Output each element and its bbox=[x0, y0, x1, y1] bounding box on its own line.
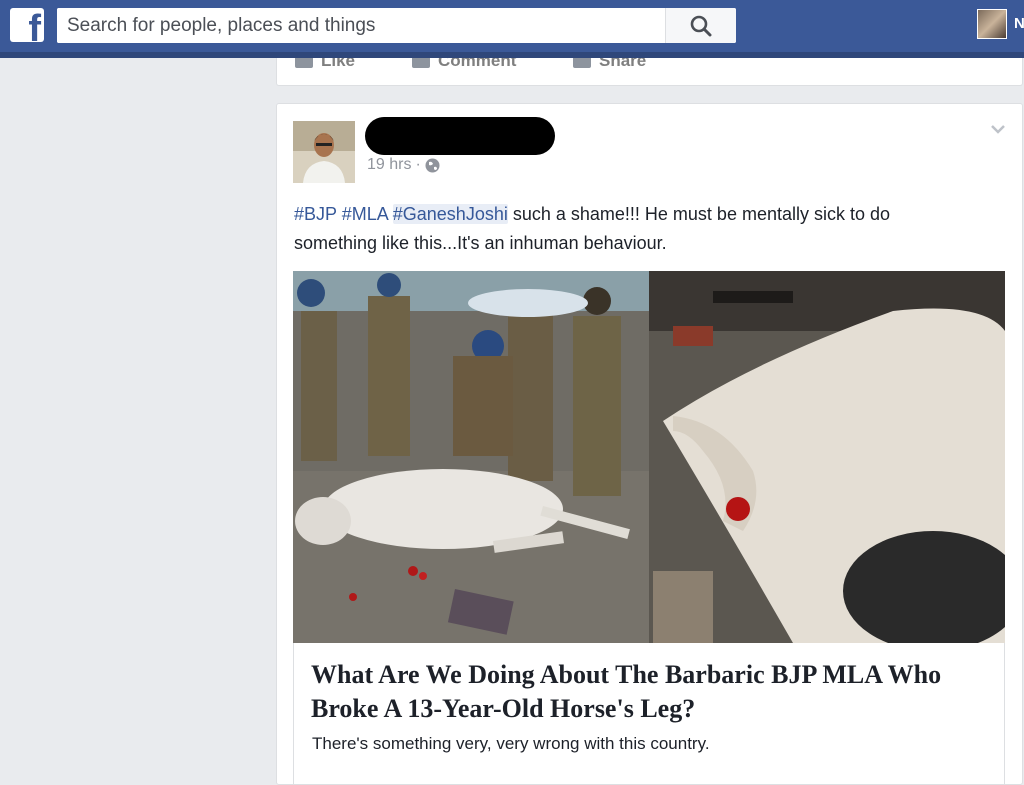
author-name-redacted bbox=[365, 117, 555, 155]
post-text-line2: something like this...It's an inhuman be… bbox=[294, 233, 667, 253]
like-label: Like bbox=[321, 58, 356, 70]
top-navigation-bar: f N bbox=[0, 0, 1024, 58]
chevron-down-icon[interactable] bbox=[990, 124, 1006, 134]
link-preview-description: There's something very, very wrong with … bbox=[312, 734, 710, 753]
hashtag-mla[interactable]: #MLA bbox=[342, 204, 388, 224]
like-icon bbox=[295, 58, 313, 68]
post-card: 19 hrs · #BJP #MLA #GaneshJoshi such a s… bbox=[276, 103, 1023, 785]
search-icon bbox=[690, 15, 712, 36]
hashtag-bjp[interactable]: #BJP bbox=[294, 204, 337, 224]
globe-icon[interactable] bbox=[425, 158, 440, 173]
facebook-logo-letter: f bbox=[28, 8, 41, 42]
share-icon bbox=[573, 58, 591, 68]
facebook-logo-icon[interactable]: f bbox=[10, 8, 44, 42]
like-button[interactable]: Like bbox=[295, 58, 355, 71]
post-message: #BJP #MLA #GaneshJoshi such a shame!!! H… bbox=[294, 200, 1014, 258]
search-button[interactable] bbox=[665, 8, 736, 43]
share-button[interactable]: Share bbox=[573, 58, 646, 71]
avatar-image bbox=[293, 121, 355, 183]
share-label: Share bbox=[599, 58, 647, 70]
post-meta: 19 hrs · bbox=[367, 156, 440, 174]
comment-icon bbox=[412, 58, 430, 68]
previous-post-card: Like Comment Share bbox=[276, 58, 1023, 86]
meta-separator: · bbox=[415, 156, 421, 173]
photo-illustration bbox=[293, 271, 1005, 643]
comment-button[interactable]: Comment bbox=[412, 58, 516, 71]
profile-name[interactable]: N bbox=[1014, 15, 1024, 32]
link-preview-title[interactable]: What Are We Doing About The Barbaric BJP… bbox=[311, 658, 1001, 726]
comment-label: Comment bbox=[438, 58, 517, 70]
post-timestamp[interactable]: 19 hrs bbox=[367, 156, 411, 174]
profile-avatar[interactable] bbox=[977, 9, 1007, 39]
post-author-avatar[interactable] bbox=[293, 121, 355, 183]
hashtag-ganeshjoshi[interactable]: #GaneshJoshi bbox=[392, 204, 508, 224]
shared-link-image[interactable] bbox=[293, 271, 1005, 643]
post-text-line1: such a shame!!! He must be mentally sick… bbox=[507, 204, 891, 224]
search-bar bbox=[57, 8, 736, 43]
search-input[interactable] bbox=[57, 8, 665, 43]
